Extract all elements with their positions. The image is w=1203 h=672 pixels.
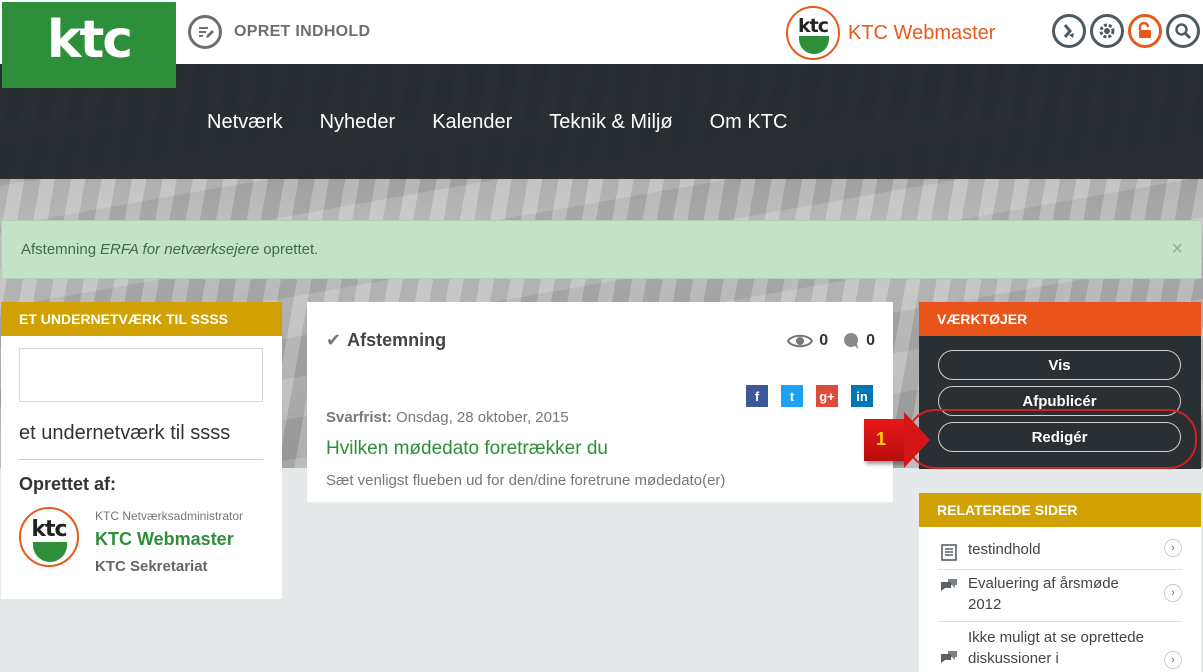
ktc-logo[interactable]: ktc (2, 2, 176, 88)
success-alert: Afstemning ERFA for netværksejere oprett… (1, 220, 1202, 279)
edit-note-icon (188, 15, 222, 49)
related-item-label: Evaluering af årsmøde 2012 (968, 575, 1119, 613)
divider (938, 621, 1182, 622)
comment-icon (844, 333, 859, 349)
search-icon (1175, 23, 1192, 40)
checkmark-icon: ✔ (326, 330, 342, 350)
poll-type: ✔ Afstemning (326, 330, 446, 351)
deadline-value: Onsdag, 28 oktober, 2015 (396, 409, 569, 426)
comment-count: 0 (866, 332, 875, 349)
document-icon (941, 544, 957, 561)
download-button[interactable] (1052, 14, 1086, 48)
create-content-label: OPRET INDHOLD (234, 23, 371, 40)
view-button[interactable]: Vis (938, 350, 1181, 380)
twitter-icon[interactable]: t (781, 385, 803, 407)
related-item[interactable]: testindhold › (938, 539, 1182, 561)
user-name: KTC Webmaster (848, 21, 996, 44)
related-pages-panel: RELATEREDE SIDER testindhold › Evaluerin… (919, 493, 1201, 672)
avatar: ktc (786, 6, 840, 60)
shield-icon (33, 542, 67, 562)
eye-icon (787, 334, 814, 348)
related-item[interactable]: Ikke muligt at se oprettede diskussioner… (938, 627, 1182, 669)
created-by-label: Oprettet af: (19, 474, 117, 494)
creator-avatar-text: ktc (31, 517, 67, 542)
network-image-box (19, 348, 263, 402)
nav-item-om-ktc[interactable]: Om KTC (710, 111, 788, 134)
divider (938, 569, 1182, 570)
discussion-icon (941, 579, 957, 591)
close-icon[interactable]: × (1171, 238, 1183, 261)
creator-avatar[interactable]: ktc (19, 507, 79, 567)
unlock-button[interactable] (1128, 14, 1162, 48)
creator-org: KTC Sekretariat (95, 558, 208, 575)
poll-title-link[interactable]: Hvilken mødedato foretrækker du (326, 438, 608, 460)
arrow-down-icon (1063, 24, 1074, 38)
alert-suffix: oprettet. (263, 241, 319, 258)
network-panel-header: ET UNDERNETVÆRK TIL SSSS (1, 302, 282, 336)
poll-description: Sæt venligst flueben ud for den/dine for… (326, 472, 726, 489)
top-bar (0, 0, 1203, 64)
nav-item-nyheder[interactable]: Nyheder (320, 111, 396, 134)
facebook-icon[interactable]: f (746, 385, 768, 407)
toolbar-icons (1052, 14, 1200, 48)
creator-role: KTC Netværksadministrator (95, 509, 244, 523)
chevron-right-icon: › (1164, 584, 1182, 602)
poll-card: ✔ Afstemning 0 0 f t g+ in Svarfrist: On… (307, 302, 893, 502)
nav-item-kalender[interactable]: Kalender (432, 111, 512, 134)
shield-icon (799, 36, 829, 54)
social-share: f t g+ in (746, 385, 873, 407)
chevron-right-icon: › (1164, 651, 1182, 669)
step-number: 1 (876, 429, 887, 449)
user-profile[interactable]: ktc KTC Webmaster (786, 6, 995, 60)
poll-type-label: Afstemning (347, 330, 447, 350)
poll-deadline: Svarfrist: Onsdag, 28 oktober, 2015 (326, 409, 569, 426)
network-panel: ET UNDERNETVÆRK TIL SSSS et undernetværk… (1, 302, 282, 599)
creator-name[interactable]: KTC Webmaster (95, 529, 234, 550)
divider (19, 459, 263, 460)
nav-item-netvaerk[interactable]: Netværk (207, 111, 283, 134)
edit-highlight-ring (907, 409, 1197, 469)
view-count: 0 (819, 332, 829, 349)
nav-item-teknik-miljo[interactable]: Teknik & Miljø (549, 111, 672, 134)
poll-stats: 0 0 (787, 332, 875, 350)
linkedin-icon[interactable]: in (851, 385, 873, 407)
related-panel-header: RELATEREDE SIDER (919, 493, 1201, 527)
chevron-right-icon: › (1164, 539, 1182, 557)
gear-icon (1099, 23, 1115, 39)
logo-text: ktc (46, 10, 133, 70)
step-marker: 1 (864, 412, 930, 468)
related-item[interactable]: Evaluering af årsmøde 2012 › (938, 573, 1182, 615)
google-plus-icon[interactable]: g+ (816, 385, 838, 407)
nav-links: Netværk Nyheder Kalender Teknik & Miljø … (207, 111, 787, 134)
deadline-label: Svarfrist: (326, 409, 392, 426)
discussion-icon (941, 651, 957, 663)
related-item-label: Ikke muligt at se oprettede diskussioner… (968, 629, 1144, 667)
avatar-text: ktc (798, 15, 829, 37)
alert-poll-name: ERFA for netværksejere (100, 241, 260, 258)
unlock-icon (1138, 22, 1151, 38)
alert-prefix: Afstemning (21, 241, 97, 258)
tools-panel-header: VÆRKTØJER (919, 302, 1201, 336)
network-title: et undernetværk til ssss (19, 422, 231, 444)
settings-button[interactable] (1090, 14, 1124, 48)
search-button[interactable] (1166, 14, 1200, 48)
create-content-button[interactable]: OPRET INDHOLD (188, 15, 370, 49)
related-item-label: testindhold (968, 541, 1041, 558)
